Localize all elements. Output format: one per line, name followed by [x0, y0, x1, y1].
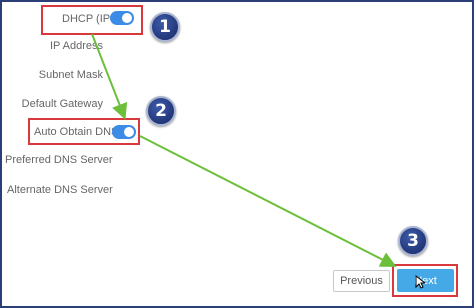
mouse-pointer-icon — [415, 275, 425, 289]
step-3-badge: 3 — [398, 226, 428, 256]
step-1-badge: 1 — [150, 12, 180, 42]
arrow-step2-to-step3 — [139, 135, 397, 267]
arrow-step1-to-step2 — [91, 33, 128, 120]
step-2-badge: 2 — [146, 96, 176, 126]
annotation-arrows — [91, 33, 397, 267]
